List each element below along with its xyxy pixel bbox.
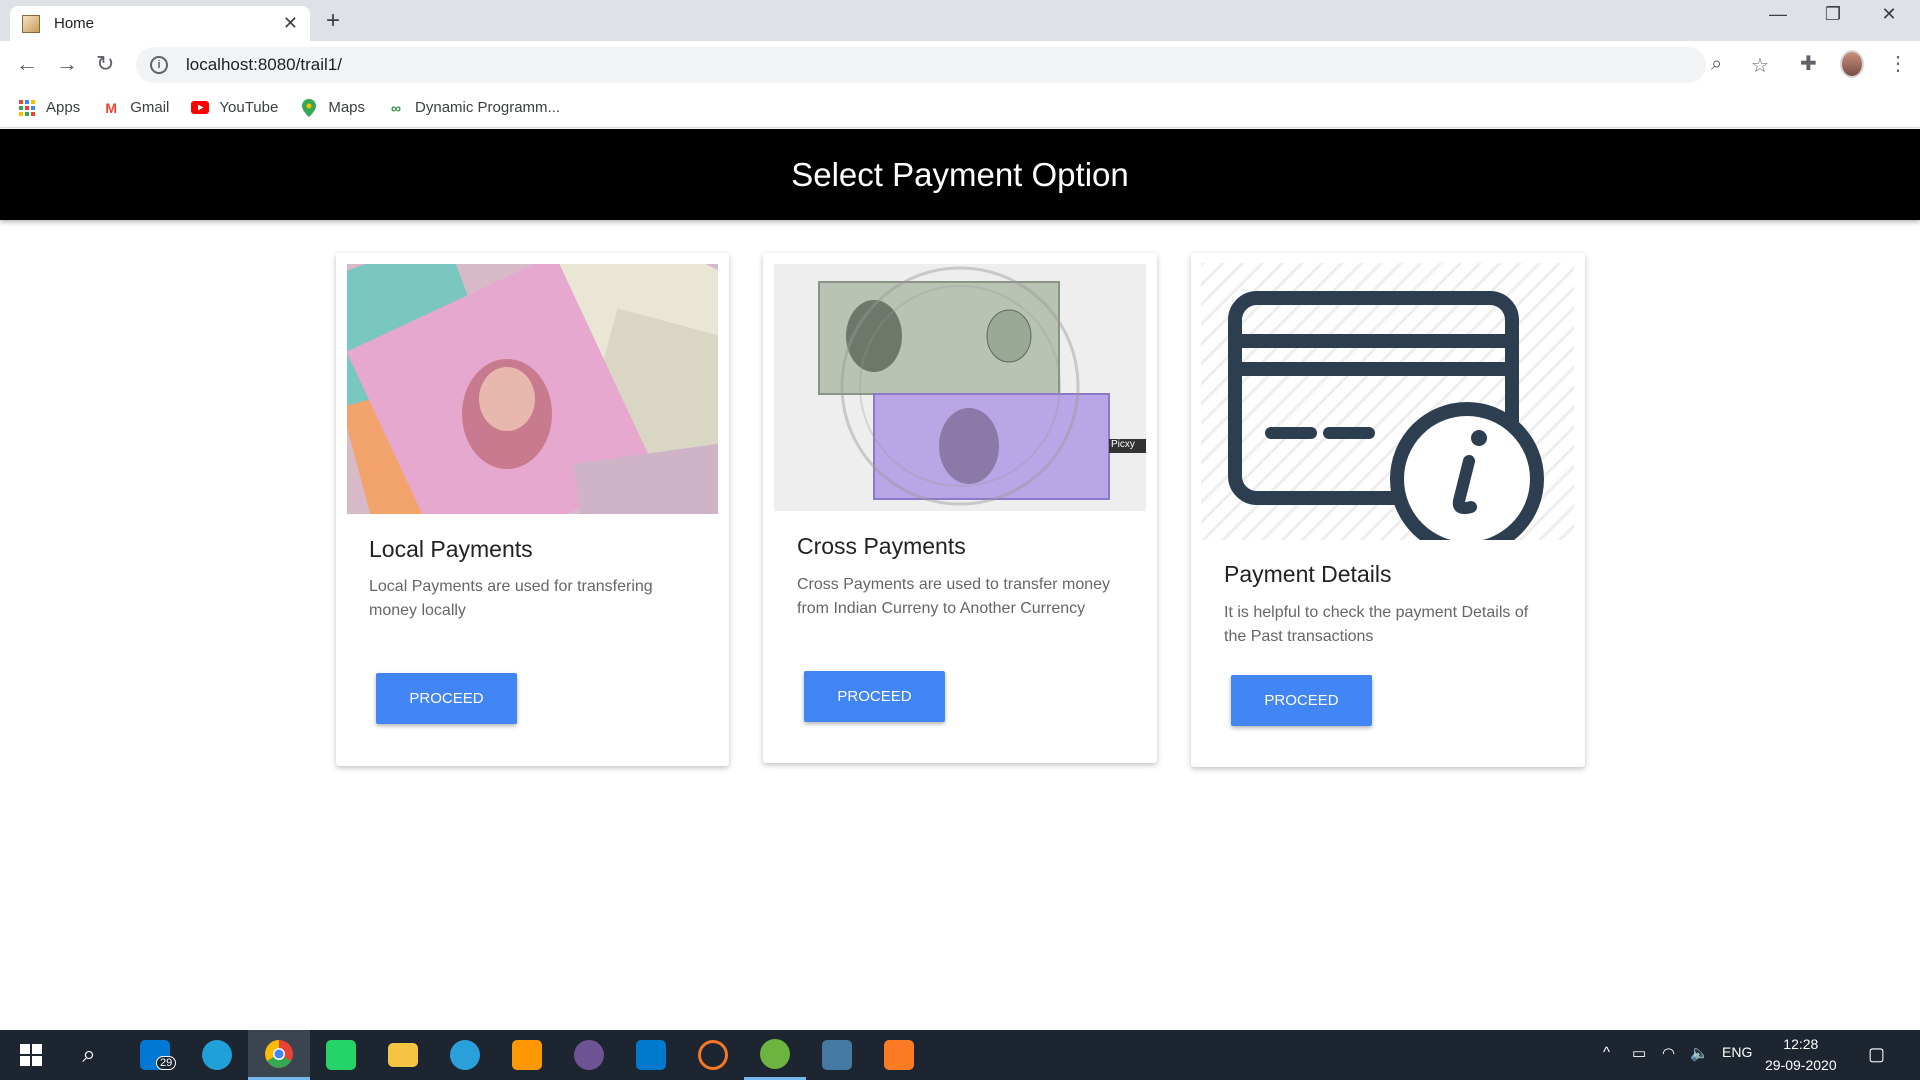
site-info-icon[interactable]: i: [150, 56, 168, 74]
reload-icon[interactable]: ↻: [96, 51, 114, 77]
card-payment-details: Payment Details It is helpful to check t…: [1191, 253, 1585, 767]
back-icon[interactable]: ←: [16, 51, 38, 77]
notification-icon[interactable]: ▢: [1868, 1044, 1885, 1065]
github-icon: [574, 1040, 604, 1070]
taskbar-xampp[interactable]: [868, 1030, 930, 1080]
spring-icon: [760, 1038, 790, 1069]
address-bar[interactable]: i localhost:8080/trail1/ ⌕ ☆: [136, 47, 1769, 83]
bookmark-dynamic-programming[interactable]: ∞ Dynamic Programm...: [387, 99, 560, 117]
bookmark-maps[interactable]: Maps: [300, 98, 366, 117]
mysql-icon: [822, 1040, 852, 1070]
taskbar-edge[interactable]: [186, 1030, 248, 1080]
youtube-icon: [191, 99, 210, 117]
page-header: Select Payment Option: [0, 129, 1920, 220]
taskbar-telegram[interactable]: [434, 1030, 496, 1080]
dollar-rupee-image: Picxy: [774, 264, 1146, 511]
taskbar-jupyter[interactable]: [682, 1030, 744, 1080]
close-window-icon[interactable]: ✕: [1866, 4, 1912, 25]
bookmark-label: Maps: [328, 99, 366, 116]
card-title: Cross Payments: [797, 533, 966, 559]
clock-date: 29-09-2020: [1765, 1057, 1837, 1073]
windows-logo-icon: [20, 1044, 42, 1066]
tab-favicon-icon: [22, 14, 40, 33]
browser-tab[interactable]: Home ✕: [10, 6, 310, 41]
card-description: It is helpful to check the payment Detai…: [1224, 604, 1529, 645]
menu-icon[interactable]: ⋮: [1888, 51, 1908, 76]
card-title: Local Payments: [369, 536, 533, 562]
bookmark-apps[interactable]: Apps: [18, 99, 80, 117]
currency-notes-image: [347, 264, 718, 514]
restore-icon[interactable]: ❐: [1810, 4, 1856, 25]
bookmark-youtube[interactable]: YouTube: [191, 99, 278, 117]
taskbar-vscode[interactable]: [620, 1030, 682, 1080]
card-cross-payments: Picxy Cross Payments Cross Payments are …: [763, 253, 1157, 763]
taskbar-mail[interactable]: 29: [124, 1030, 186, 1080]
bookmark-gmail[interactable]: M Gmail: [102, 99, 169, 117]
bookmark-label: Dynamic Programm...: [415, 99, 561, 116]
whatsapp-icon: [326, 1040, 356, 1070]
clock-time: 12:28: [1783, 1036, 1819, 1052]
folder-icon: [388, 1043, 418, 1067]
bookmark-label: Gmail: [130, 99, 170, 116]
chrome-icon: [265, 1039, 293, 1068]
bookmark-label: YouTube: [219, 99, 279, 116]
card-description: Local Payments are used for transfering …: [369, 578, 653, 619]
mail-count-badge: 29: [156, 1056, 177, 1070]
zoom-icon[interactable]: ⌕: [1711, 53, 1722, 76]
extensions-icon[interactable]: ✚: [1800, 51, 1817, 76]
jupyter-icon: [698, 1040, 728, 1070]
xampp-icon: [884, 1040, 914, 1070]
image-watermark-badge: Picxy: [1111, 439, 1135, 450]
taskbar-mysql[interactable]: [806, 1030, 868, 1080]
taskbar-spring-tool[interactable]: [744, 1030, 806, 1080]
card-title: Payment Details: [1224, 561, 1392, 587]
card-info-image: [1201, 263, 1574, 540]
taskbar-file-explorer[interactable]: [372, 1030, 434, 1080]
tray-chevron-icon[interactable]: ^: [1603, 1044, 1610, 1061]
tab-title: Home: [54, 15, 95, 32]
page-title: Select Payment Option: [791, 155, 1129, 193]
taskbar-chrome[interactable]: [248, 1030, 310, 1080]
profile-avatar[interactable]: [1840, 50, 1864, 78]
bookmarks-bar: Apps M Gmail YouTube Maps ∞ Dynamic Prog…: [0, 88, 1920, 128]
taskbar-clock[interactable]: 12:28 29-09-2020: [1765, 1034, 1837, 1076]
volume-icon[interactable]: 🔈: [1690, 1044, 1709, 1062]
url-text[interactable]: localhost:8080/trail1/: [186, 55, 342, 75]
taskbar-whatsapp[interactable]: [310, 1030, 372, 1080]
close-tab-icon[interactable]: ✕: [283, 13, 298, 34]
browser-tab-strip: Home ✕ + — ❐ ✕: [0, 0, 1920, 41]
taskbar-github[interactable]: [558, 1030, 620, 1080]
edge-icon: [202, 1040, 232, 1070]
card-description: Cross Payments are used to transfer mone…: [797, 576, 1111, 617]
search-icon: ⌕: [82, 1041, 96, 1068]
bookmark-star-icon[interactable]: ☆: [1751, 53, 1769, 78]
maps-icon: [300, 98, 318, 117]
proceed-details-button[interactable]: PROCEED: [1231, 675, 1372, 726]
proceed-cross-button[interactable]: PROCEED: [804, 671, 945, 722]
gfg-icon: ∞: [391, 99, 401, 116]
bookmark-label: Apps: [46, 99, 81, 116]
browser-toolbar: ← → ↻ i localhost:8080/trail1/ ⌕ ☆ ✚ ⋮: [0, 41, 1920, 88]
sublime-icon: [512, 1040, 542, 1070]
taskbar-search[interactable]: ⌕: [58, 1030, 120, 1080]
forward-icon[interactable]: →: [56, 51, 78, 77]
card-local-payments: Local Payments Local Payments are used f…: [336, 253, 729, 766]
wifi-icon[interactable]: ◠: [1662, 1044, 1675, 1062]
battery-icon[interactable]: ▭: [1632, 1044, 1646, 1062]
taskbar-sublime[interactable]: [496, 1030, 558, 1080]
new-tab-icon[interactable]: +: [326, 7, 340, 35]
gmail-icon: M: [105, 99, 118, 116]
minimize-icon[interactable]: —: [1755, 4, 1801, 25]
start-button[interactable]: [0, 1030, 62, 1080]
telegram-icon: [450, 1040, 480, 1070]
language-indicator[interactable]: ENG: [1722, 1044, 1752, 1060]
apps-grid-icon: [18, 99, 36, 117]
windows-taskbar: ⌕ 29 ^ ▭ ◠ 🔈 ENG 12:28 29-09-2020 ▢: [0, 1030, 1920, 1080]
proceed-local-button[interactable]: PROCEED: [376, 673, 517, 724]
vscode-icon: [636, 1040, 666, 1070]
